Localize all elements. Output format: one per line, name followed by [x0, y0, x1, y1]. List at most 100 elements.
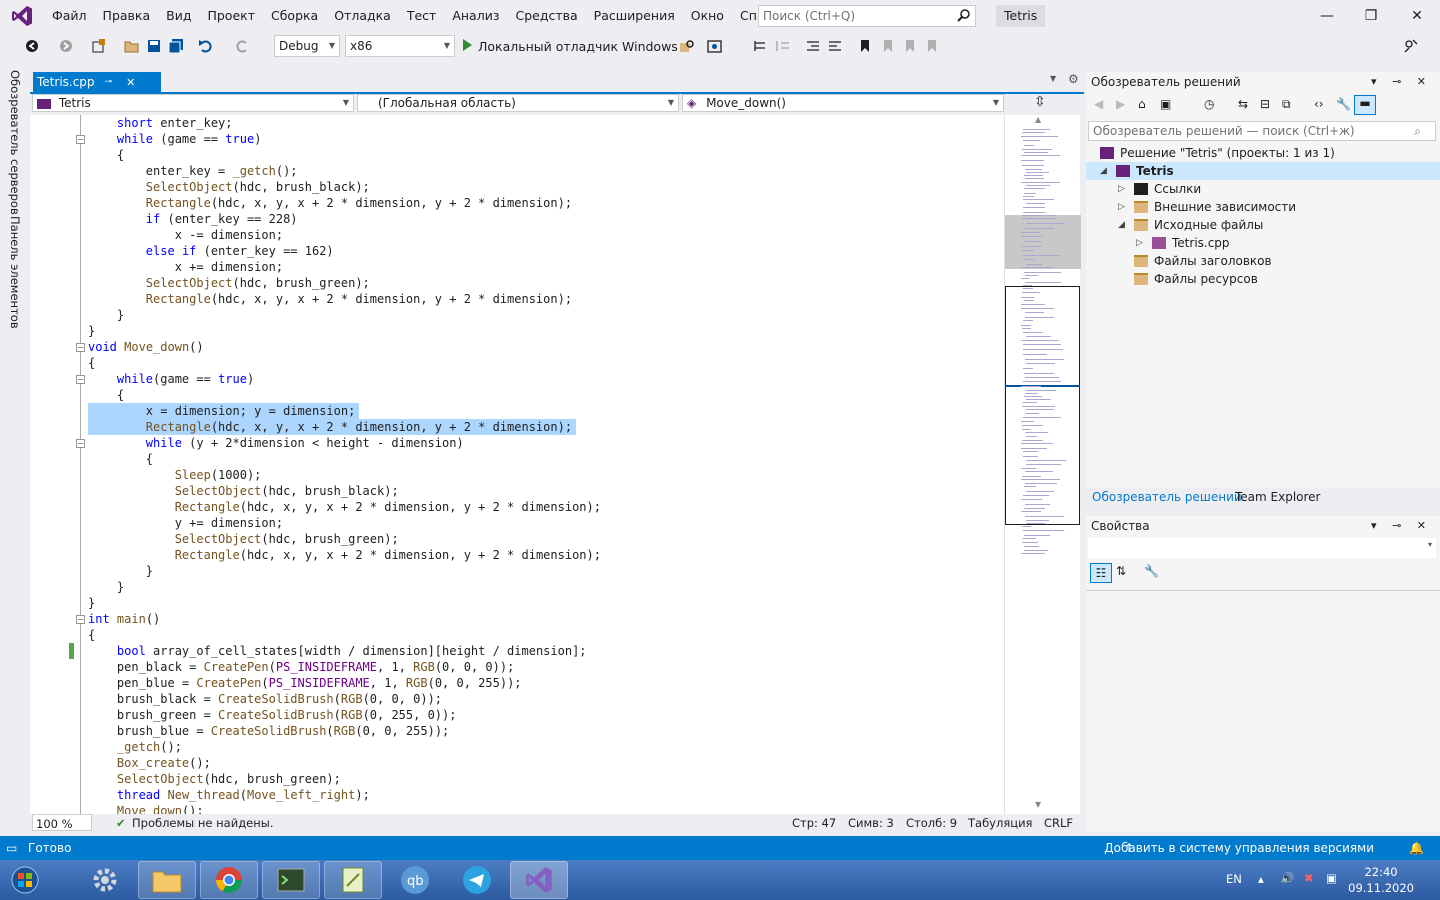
code-line[interactable]: enter_key = _getch();	[88, 163, 1004, 179]
view-code-icon[interactable]: ‹›	[1314, 97, 1324, 111]
new-project-icon[interactable]	[88, 37, 108, 55]
network-disconnected-icon[interactable]: ✖	[1304, 871, 1314, 885]
language-indicator[interactable]: EN	[1226, 872, 1242, 886]
code-line[interactable]: SelectObject(hdc, brush_green);	[88, 275, 1004, 291]
volume-icon[interactable]: 🔊	[1280, 871, 1294, 885]
tree-item[interactable]: ▷ Внешние зависимости	[1086, 198, 1440, 216]
visual-studio-taskbar-icon[interactable]	[510, 861, 568, 899]
code-line[interactable]: Sleep(1000);	[88, 467, 1004, 483]
code-line[interactable]: Box_create();	[88, 755, 1004, 771]
code-text[interactable]: short enter_key; while (game == true) { …	[88, 115, 1004, 814]
scroll-down-icon[interactable]: ▼	[1035, 800, 1041, 809]
comment-lines-icon[interactable]	[804, 37, 822, 55]
fold-toggle-icon[interactable]: −	[76, 375, 85, 384]
tab-tetris-cpp[interactable]: Tetris.cpp ⊸ ✕	[33, 72, 161, 92]
split-window-icon[interactable]: ⇳	[1034, 94, 1046, 110]
code-line[interactable]: Rectangle(hdc, x, y, x + 2 * dimension, …	[88, 419, 576, 435]
code-line[interactable]: else if (enter_key == 162)	[88, 243, 1004, 259]
qbittorrent-taskbar-icon[interactable]: qb	[386, 861, 444, 899]
telegram-taskbar-icon[interactable]	[448, 861, 506, 899]
editor-minimap-scrollbar[interactable]: ▲ ▼	[1004, 115, 1081, 814]
menu-analyze[interactable]: Анализ	[444, 0, 507, 32]
code-line[interactable]: {	[88, 147, 1004, 163]
code-line[interactable]: SelectObject(hdc, brush_green);	[88, 531, 1004, 547]
show-hidden-icons-chevron-up-icon[interactable]: ▴	[1258, 872, 1264, 886]
menu-debug[interactable]: Отладка	[326, 0, 399, 32]
code-line[interactable]: Move_down();	[88, 803, 1004, 814]
code-line[interactable]: SelectObject(hdc, brush_black);	[88, 483, 1004, 499]
expand-arrow-icon[interactable]: ▷	[1118, 198, 1125, 216]
undo-icon[interactable]	[196, 37, 216, 55]
code-line[interactable]: pen_blue = CreatePen(PS_INSIDEFRAME, 1, …	[88, 675, 1004, 691]
chrome-taskbar-icon[interactable]	[200, 861, 258, 899]
fold-toggle-icon[interactable]: −	[76, 343, 85, 352]
wrench-icon[interactable]: 🔧	[1336, 97, 1351, 111]
visual-studio-logo-icon[interactable]	[0, 0, 44, 32]
live-share-icon[interactable]	[1402, 37, 1420, 55]
notepad-plus-plus-taskbar-icon[interactable]	[324, 861, 382, 899]
code-line[interactable]: short enter_key;	[88, 115, 1004, 131]
navigate-back-icon[interactable]	[22, 37, 42, 55]
navigate-forward-icon[interactable]	[56, 37, 76, 55]
tab-list-chevron-down-icon[interactable]: ▼	[1050, 74, 1056, 83]
code-line[interactable]: {	[88, 355, 1004, 371]
problems-status[interactable]: Проблемы не найдены.	[132, 814, 273, 832]
code-line[interactable]: }	[88, 307, 1004, 323]
sync-with-document-icon[interactable]: ⇆	[1238, 97, 1248, 111]
tree-item[interactable]: ◢ Исходные файлы	[1086, 216, 1440, 234]
find-in-files-icon[interactable]	[678, 37, 696, 55]
code-line[interactable]: brush_black = CreateSolidBrush(RGB(0, 0,…	[88, 691, 1004, 707]
scroll-up-icon[interactable]: ▲	[1035, 115, 1041, 124]
open-file-icon[interactable]	[122, 37, 142, 55]
minimize-button[interactable]: —	[1304, 0, 1350, 32]
code-line[interactable]: bool array_of_cell_states[width / dimens…	[88, 643, 1004, 659]
member-dropdown[interactable]: ◈ Move_down() ▼	[682, 94, 1004, 112]
restore-button[interactable]: ❐	[1348, 0, 1394, 32]
home-icon[interactable]: ⌂	[1138, 97, 1146, 111]
menu-project[interactable]: Проект	[199, 0, 263, 32]
code-line[interactable]: brush_green = CreateSolidBrush(RGB(0, 25…	[88, 707, 1004, 723]
code-line[interactable]: }	[88, 563, 1004, 579]
output-window-icon[interactable]: ▭	[6, 836, 17, 860]
code-line[interactable]: y += dimension;	[88, 515, 1004, 531]
code-line[interactable]: brush_blue = CreateSolidBrush(RGB(0, 0, …	[88, 723, 1004, 739]
code-line[interactable]: }	[88, 595, 1004, 611]
pending-changes-filter-icon[interactable]: ◷	[1204, 97, 1214, 111]
file-explorer-taskbar-icon[interactable]	[138, 861, 196, 899]
fold-toggle-icon[interactable]: −	[76, 439, 85, 448]
menu-edit[interactable]: Правка	[95, 0, 159, 32]
preview-selected-icon[interactable]: ▬	[1354, 95, 1376, 115]
start-debugging-button[interactable]: Локальный отладчик Windows ▼	[462, 35, 690, 57]
menu-tools[interactable]: Средства	[507, 0, 585, 32]
screenshot-icon[interactable]	[706, 37, 724, 55]
save-icon[interactable]	[144, 37, 164, 55]
collapse-all-icon[interactable]: ⊟	[1260, 97, 1270, 111]
show-all-files-icon[interactable]: ⧉	[1282, 97, 1291, 112]
add-to-source-control-button[interactable]: Добавить в систему управления версиями	[1104, 836, 1374, 860]
menu-test[interactable]: Тест	[399, 0, 444, 32]
code-line[interactable]: _getch();	[88, 739, 1004, 755]
code-line[interactable]: if (enter_key == 228)	[88, 211, 1004, 227]
tree-item[interactable]: Файлы ресурсов	[1086, 270, 1440, 288]
code-line[interactable]: }	[88, 579, 1004, 595]
code-line[interactable]: x = dimension; y = dimension;	[88, 403, 360, 419]
menu-build[interactable]: Сборка	[263, 0, 326, 32]
solution-search-input[interactable]: Обозреватель решений — поиск (Ctrl+ж) ⌕	[1088, 121, 1436, 141]
back-icon[interactable]: ◀	[1094, 97, 1103, 111]
scope-dropdown[interactable]: (Глобальная область) ▼	[357, 94, 679, 112]
line-ending-mode[interactable]: CRLF	[1044, 814, 1073, 832]
tree-item[interactable]: ▷ Ссылки	[1086, 180, 1440, 198]
menu-file[interactable]: Файл	[44, 0, 95, 32]
platform-select[interactable]: x86 ▼	[345, 35, 455, 57]
bookmark-icon[interactable]	[856, 37, 874, 55]
code-line[interactable]: Rectangle(hdc, x, y, x + 2 * dimension, …	[88, 547, 1004, 563]
property-pages-wrench-icon[interactable]: 🔧	[1144, 564, 1159, 578]
collapse-arrow-icon[interactable]: ◢	[1100, 162, 1107, 180]
fold-toggle-icon[interactable]: −	[76, 615, 85, 624]
categorized-icon[interactable]: ☷	[1090, 563, 1112, 583]
expand-arrow-icon[interactable]: ▷	[1136, 234, 1143, 252]
code-line[interactable]: SelectObject(hdc, brush_black);	[88, 179, 1004, 195]
menu-extensions[interactable]: Расширения	[586, 0, 683, 32]
save-all-icon[interactable]	[166, 37, 186, 55]
expand-arrow-icon[interactable]: ▷	[1118, 180, 1125, 198]
